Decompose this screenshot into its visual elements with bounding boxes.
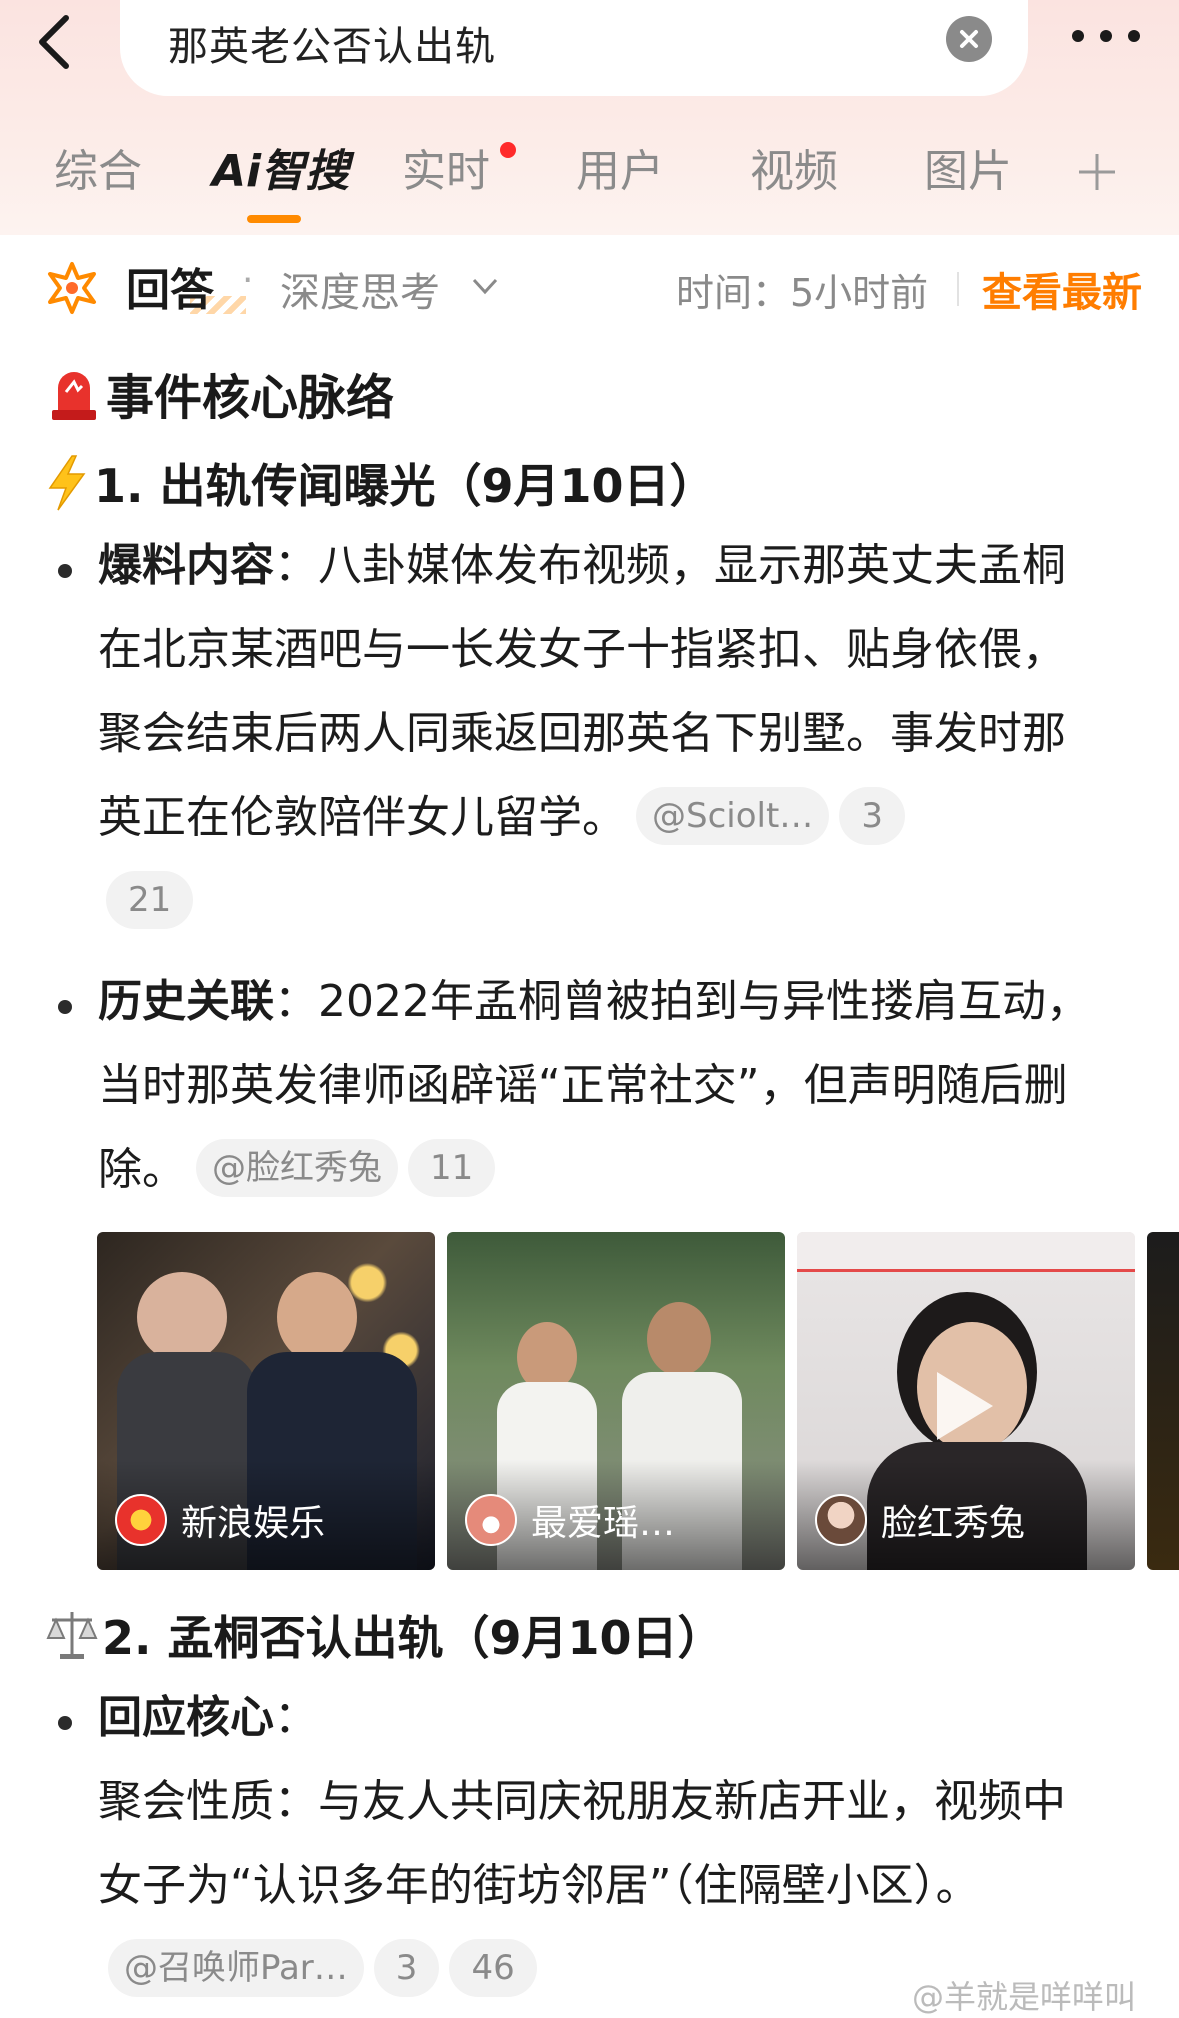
reference-chip[interactable]: 3 — [373, 1939, 440, 1997]
add-tab-button[interactable] — [1073, 148, 1121, 196]
subsection-title-2: 2. 孟桐否认出轨（9月10日） — [102, 1611, 724, 1665]
source-chip[interactable]: @脸红秀兔 — [196, 1139, 398, 1197]
bullet — [58, 1716, 72, 1730]
answer-bar: 回答 · 深度思考 时间：5小时前 查看最新 — [0, 250, 1179, 330]
colon: ： — [274, 976, 318, 1027]
item-label: 历史关联 — [98, 976, 274, 1027]
tab-ai-search[interactable]: Ai智搜 — [212, 135, 349, 199]
close-icon — [960, 30, 978, 48]
source-chip[interactable]: @召唤师Par… — [108, 1939, 364, 1997]
media-source: 脸红秀兔 — [881, 1503, 1026, 1544]
deep-think-toggle[interactable]: 深度思考 — [280, 260, 440, 318]
media-source: 最爱瑶… — [531, 1503, 676, 1544]
media-source: 新浪娱乐 — [181, 1503, 326, 1544]
section-title: 事件核心脉络 — [106, 370, 395, 426]
back-arrow-icon — [39, 15, 69, 69]
paragraph-history: 历史关联：2022年孟桐曾被拍到与异性搂肩互动，当时那英发律师函辟谣“正常社交”… — [98, 960, 1108, 1212]
answer-time: 时间：5小时前 — [676, 271, 929, 315]
active-tab-indicator — [247, 215, 301, 223]
reference-chip[interactable]: 11 — [408, 1139, 496, 1197]
avatar — [815, 1494, 867, 1546]
source-chip[interactable]: @Sciolt… — [636, 787, 830, 845]
more-options-button[interactable] — [1064, 16, 1154, 56]
view-latest-link[interactable]: 查看最新 — [982, 260, 1142, 318]
chevron-down-icon[interactable] — [470, 274, 500, 298]
media-thumbnail — [1147, 1232, 1179, 1570]
avatar — [115, 1494, 167, 1546]
separator-dot: · — [242, 260, 254, 301]
item-label: 回应核心 — [98, 1692, 274, 1743]
more-dot-icon — [1072, 30, 1084, 42]
tab-comprehensive[interactable]: 综合 — [54, 135, 142, 199]
avatar — [465, 1494, 517, 1546]
play-icon[interactable] — [937, 1372, 993, 1440]
tab-users[interactable]: 用户 — [576, 135, 664, 199]
section-heading: 事件核心脉络 — [48, 358, 394, 428]
search-tabs: 综合 Ai智搜 实时 用户 视频 图片 — [0, 135, 1179, 225]
subsection-heading-1: 1. 出轨传闻曝光（9月10日） — [44, 450, 716, 516]
more-dot-icon — [1100, 30, 1112, 42]
search-query[interactable]: 那英老公否认出轨 — [168, 14, 496, 72]
ai-answer-logo-icon — [44, 260, 100, 316]
colon: ： — [274, 1692, 318, 1743]
more-dot-icon — [1128, 30, 1140, 42]
colon: ： — [274, 540, 318, 591]
balance-scale-icon — [46, 1612, 98, 1659]
tab-videos[interactable]: 视频 — [750, 135, 838, 199]
realtime-notification-dot — [500, 142, 516, 158]
tab-images[interactable]: 图片 — [924, 135, 1012, 199]
media-card[interactable]: 最爱瑶… — [447, 1232, 785, 1570]
tab-realtime[interactable]: 实时 — [402, 135, 490, 199]
answer-title: 回答 — [126, 265, 214, 316]
reference-chip[interactable]: 3 — [839, 787, 905, 845]
subsection-title-1: 1. 出轨传闻曝光（9月10日） — [94, 459, 716, 513]
item-text: 聚会性质：与友人共同庆祝朋友新店开业，视频中女子为“认识多年的街坊邻居”（住隔壁… — [98, 1776, 1066, 1911]
lightning-icon — [48, 455, 86, 511]
bullet — [58, 1000, 72, 1014]
media-card[interactable]: 新浪娱乐 — [97, 1232, 435, 1570]
clear-search-button[interactable] — [946, 16, 992, 62]
reference-chip[interactable]: 46 — [449, 1939, 537, 1997]
media-gallery: 新浪娱乐 最爱瑶… 脸红秀兔 — [97, 1232, 1179, 1572]
reference-chip[interactable]: 21 — [106, 871, 194, 929]
bullet — [58, 564, 72, 578]
media-card-partial[interactable] — [1147, 1232, 1179, 1570]
plus-icon — [1079, 154, 1115, 190]
siren-icon — [52, 372, 96, 420]
item-label: 爆料内容 — [98, 540, 274, 591]
subsection-heading-2: 2. 孟桐否认出轨（9月10日） — [44, 1602, 724, 1668]
search-input[interactable]: 那英老公否认出轨 — [120, 0, 1028, 96]
divider — [957, 272, 959, 306]
paragraph-leak-content: 爆料内容：八卦媒体发布视频，显示那英丈夫孟桐在北京某酒吧与一长发女子十指紧扣、贴… — [98, 524, 1108, 944]
media-card[interactable]: 脸红秀兔 — [797, 1232, 1135, 1570]
paragraph-response: 回应核心： 聚会性质：与友人共同庆祝朋友新店开业，视频中女子为“认识多年的街坊邻居… — [98, 1676, 1108, 2012]
watermark: @羊就是咩咩叫 — [912, 1978, 1137, 2016]
back-button[interactable] — [26, 6, 86, 78]
